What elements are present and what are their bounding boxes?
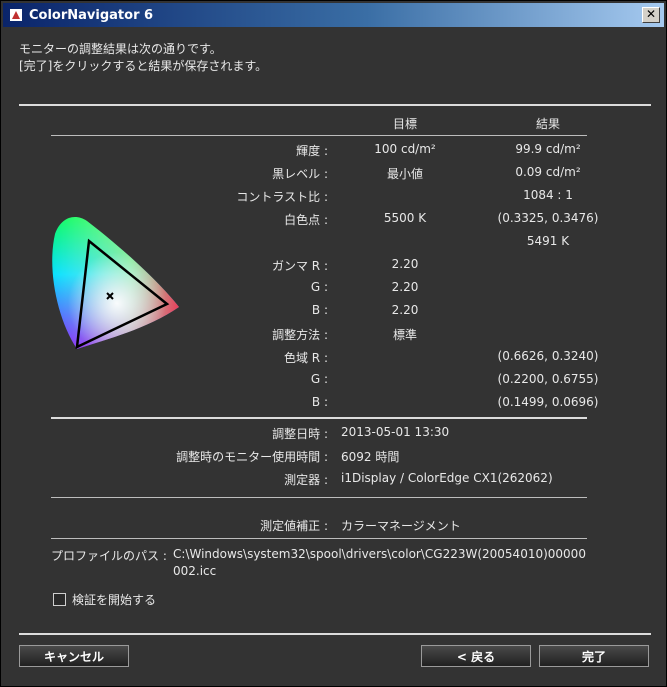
verify-checkbox-label[interactable]: 検証を開始する — [72, 591, 156, 608]
close-icon: ✕ — [645, 7, 657, 21]
device-label: 測定器 : — [284, 473, 328, 487]
verify-checkbox[interactable] — [53, 593, 66, 606]
hours-value: 6092 時間 — [341, 450, 400, 464]
device-divider — [51, 497, 587, 498]
row-label: 調整方法 : — [272, 328, 328, 342]
row-result: (0.6626, 0.3240) — [497, 349, 599, 363]
row-label: 輝度 : — [296, 144, 328, 158]
bottom-divider — [19, 633, 651, 635]
row-label: 色域 R : — [283, 351, 328, 365]
window-title: ColorNavigator 6 — [29, 7, 154, 23]
row-target: 2.20 — [391, 303, 419, 317]
profile-label: プロファイルのパス : — [51, 549, 167, 563]
profile-path-line-2: 002.icc — [173, 564, 217, 578]
profile-path-line-1: C:\Windows\system32\spool\drivers\color\… — [173, 547, 586, 561]
dialog-window: ColorNavigator 6 ✕ モニターの調整結果は次の通りです。 [完了… — [0, 0, 667, 687]
date-value: 2013-05-01 13:30 — [341, 425, 450, 439]
device-value: i1Display / ColorEdge CX1(262062) — [341, 471, 553, 485]
dialog-content: モニターの調整結果は次の通りです。 [完了]をクリックすると結果が保存されます。… — [3, 29, 664, 684]
row-target: 2.20 — [391, 257, 419, 271]
app-icon — [10, 9, 22, 21]
row-result: (0.1499, 0.0696) — [497, 395, 599, 409]
row-label: G : — [310, 372, 328, 386]
cancel-button[interactable]: キャンセル — [19, 645, 129, 667]
correction-divider — [51, 538, 587, 539]
row-result: 0.09 cd/m² — [515, 165, 581, 179]
mid-divider — [51, 417, 587, 419]
row-target: 最小値 — [386, 167, 423, 181]
row-result: (0.2200, 0.6755) — [497, 372, 599, 386]
row-target: 100 cd/m² — [374, 142, 436, 156]
top-divider — [19, 104, 651, 106]
row-target: 2.20 — [391, 280, 419, 294]
row-label: B : — [311, 395, 328, 409]
row-result: 5491 K — [526, 234, 570, 248]
message-line-1: モニターの調整結果は次の通りです。 — [19, 42, 222, 56]
gamut-diagram — [52, 217, 180, 350]
correction-label: 測定値補正 : — [260, 519, 328, 533]
row-label: 白色点 : — [284, 213, 328, 227]
row-target: 5500 K — [383, 211, 427, 225]
message-line-2: [完了]をクリックすると結果が保存されます。 — [19, 59, 268, 73]
date-label: 調整日時 : — [272, 427, 328, 441]
close-button[interactable]: ✕ — [642, 7, 660, 23]
row-label: コントラスト比 : — [236, 190, 328, 204]
header-result: 結果 — [535, 117, 560, 131]
header-target: 目標 — [392, 117, 417, 131]
finish-button[interactable]: 完了 — [539, 645, 649, 667]
title-bar: ColorNavigator 6 ✕ — [3, 3, 664, 27]
hours-label: 調整時のモニター使用時間 : — [176, 450, 328, 464]
row-label: 黒レベル : — [272, 167, 328, 181]
row-result: (0.3325, 0.3476) — [497, 211, 599, 225]
message: モニターの調整結果は次の通りです。 [完了]をクリックすると結果が保存されます。 — [19, 41, 267, 75]
back-button[interactable]: < 戻る — [421, 645, 531, 667]
row-label: ガンマ R : — [271, 259, 328, 273]
header-divider — [51, 135, 587, 136]
correction-value: カラーマネージメント — [341, 519, 461, 533]
row-label: G : — [310, 280, 328, 294]
row-target: 標準 — [392, 328, 417, 342]
row-result: 99.9 cd/m² — [515, 142, 581, 156]
row-label: B : — [311, 303, 328, 317]
row-result: 1084 : 1 — [523, 188, 573, 202]
